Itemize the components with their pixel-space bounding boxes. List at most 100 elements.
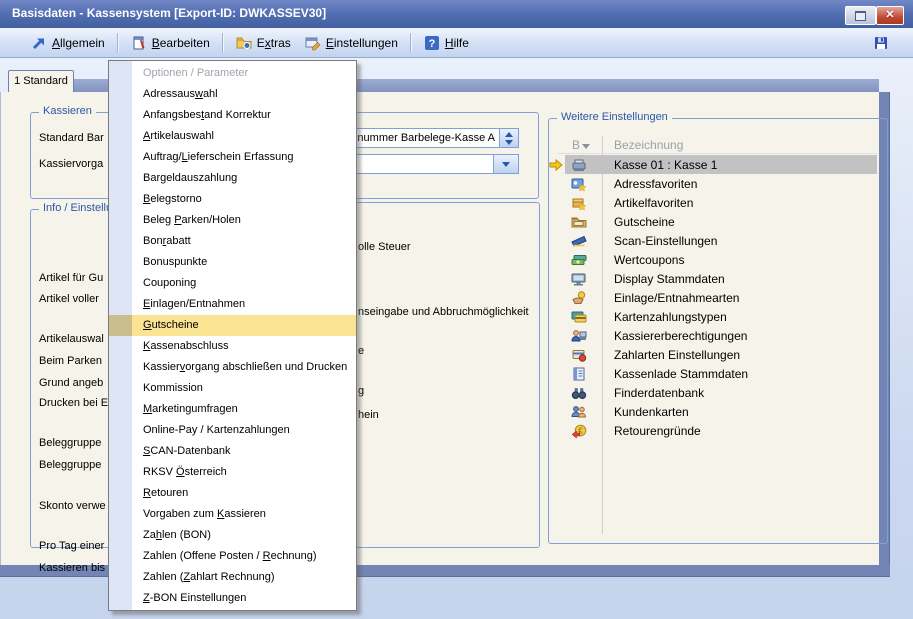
setting-text-fragment: e [358, 344, 364, 358]
info-label: Artikelauswal [39, 332, 104, 346]
save-button[interactable] [866, 31, 896, 55]
list-item-scan-einstellungen[interactable]: Scan-Einstellungen [565, 231, 877, 250]
header-separator [558, 153, 877, 154]
list-item-kassenlade-stammdaten[interactable]: Kassenlade Stammdaten [565, 364, 877, 383]
menu-item-optionen-parameter: Optionen / Parameter [109, 63, 356, 84]
combo-down-icon [502, 162, 510, 167]
menubar-item-bearbeiten[interactable]: Bearbeiten [124, 32, 217, 54]
group-weitere-title: Weitere Einstellungen [557, 111, 672, 123]
menu-item-artikelauswahl[interactable]: Artikelauswahl [109, 126, 356, 147]
list-item-label: Zahlarten Einstellungen [614, 348, 740, 362]
menu-item-online-pay-kartenzahlungen[interactable]: Online-Pay / Kartenzahlungen [109, 420, 356, 441]
menu-item-kassiervorgang-abschließen-und-drucken[interactable]: Kassiervorgang abschließen und Drucken [109, 357, 356, 378]
minimize-button[interactable] [845, 6, 876, 25]
menu-item-bonrabatt[interactable]: Bonrabatt [109, 231, 356, 252]
list-item-kassiererberechtigungen[interactable]: Kassiererberechtigungen [565, 326, 877, 345]
menu-item-retouren[interactable]: Retouren [109, 483, 356, 504]
sort-icon [582, 144, 590, 149]
menu-item-belegstorno[interactable]: Belegstorno [109, 189, 356, 210]
einstellungen-icon [305, 35, 321, 51]
column-header-bezeichnung[interactable]: Bezeichnung [614, 138, 683, 152]
zahlarten-icon [571, 347, 587, 363]
group-kassieren-title: Kassieren [39, 105, 96, 117]
barbelege-spinner[interactable] [499, 128, 519, 148]
menu-item-adressauswahl[interactable]: Adressauswahl [109, 84, 356, 105]
menu-item-auftrag-lieferschein-erfassung[interactable]: Auftrag/Lieferschein Erfassung [109, 147, 356, 168]
list-item-gutscheine[interactable]: Gutscheine [565, 212, 877, 231]
bearbeiten-icon [131, 35, 147, 51]
menu-item-kassenabschluss[interactable]: Kassenabschluss [109, 336, 356, 357]
menubar-item-label: Einstellungen [326, 36, 398, 50]
toolbar-separator [410, 33, 412, 53]
menu-item-vorgaben-zum-kassieren[interactable]: Vorgaben zum Kassieren [109, 504, 356, 525]
menu-item-zahlen-bon-[interactable]: Zahlen (BON) [109, 525, 356, 546]
menubar-item-label: Hilfe [445, 36, 469, 50]
close-icon: ✕ [885, 10, 894, 21]
kundenkarten-icon [571, 404, 587, 420]
list-item-adressfavoriten[interactable]: Adressfavoriten [565, 174, 877, 193]
menu-item-kommission[interactable]: Kommission [109, 378, 356, 399]
info-label: Skonto verwe [39, 499, 106, 513]
menu-item-z-bon-einstellungen[interactable]: Z-BON Einstellungen [109, 588, 356, 609]
wertcoupons-icon [571, 252, 587, 268]
list-item-kundenkarten[interactable]: Kundenkarten [565, 402, 877, 421]
menubar-item-hilfe[interactable]: ? Hilfe [417, 32, 476, 54]
menu-item-scan-datenbank[interactable]: SCAN-Datenbank [109, 441, 356, 462]
list-item-kasse-01-kasse-1[interactable]: Kasse 01 : Kasse 1 [565, 155, 877, 174]
bearbeiten-dropdown-menu: Optionen / ParameterAdressauswahlAnfangs… [108, 60, 357, 611]
menu-item-bonuspunkte[interactable]: Bonuspunkte [109, 252, 356, 273]
group-info-title: Info / Einstellu [39, 202, 116, 214]
menu-item-rksv-österreich[interactable]: RKSV Österreich [109, 462, 356, 483]
menu-item-gutscheine[interactable]: Gutscheine [109, 315, 356, 336]
list-item-label: Kassenlade Stammdaten [614, 367, 748, 381]
selected-row-marker [548, 157, 563, 172]
menu-item-anfangsbestand-korrektur[interactable]: Anfangsbestand Korrektur [109, 105, 356, 126]
spinner-down-icon [505, 140, 513, 145]
list-item-retourengründe[interactable]: € Retourengründe [565, 421, 877, 440]
setting-text-fragment: nseingabe und Abbruchmöglichkeit [358, 305, 529, 319]
list-item-label: Finderdatenbank [614, 386, 704, 400]
menubar-item-einstellungen[interactable]: Einstellungen [298, 32, 405, 54]
menubar-item-extras[interactable]: Extras [229, 32, 298, 54]
display-icon [571, 271, 587, 287]
titlebar: Basisdaten - Kassensystem [Export-ID: DW… [0, 0, 913, 29]
selected-row-arrow-icon [548, 157, 564, 173]
menu-item-zahlen-zahlart-rechnung-[interactable]: Zahlen (Zahlart Rechnung) [109, 567, 356, 588]
list-item-label: Display Stammdaten [614, 272, 725, 286]
info-label: Drucken bei E [39, 396, 108, 410]
list-item-label: Retourengründe [614, 424, 701, 438]
toolbar-separator [222, 33, 224, 53]
menu-item-bargeldauszahlung[interactable]: Bargeldauszahlung [109, 168, 356, 189]
menubar-item-label: Bearbeiten [152, 36, 210, 50]
retouren-icon: € [571, 423, 587, 439]
list-item-label: Wertcoupons [614, 253, 684, 267]
list-item-label: Kassiererberechtigungen [614, 329, 747, 343]
menu-item-marketingumfragen[interactable]: Marketingumfragen [109, 399, 356, 420]
info-label: Artikel für Gu [39, 271, 103, 285]
menubar-item-allgemein[interactable]: Allgemein [24, 32, 112, 54]
hilfe-icon: ? [424, 35, 440, 51]
list-item-display-stammdaten[interactable]: Display Stammdaten [565, 269, 877, 288]
menu-item-zahlen-offene-posten-rechnung-[interactable]: Zahlen (Offene Posten / Rechnung) [109, 546, 356, 567]
info-label: Grund angeb [39, 376, 103, 390]
kassiervorgang-combo-button[interactable] [493, 154, 519, 174]
list-item-zahlarten-einstellungen[interactable]: Zahlarten Einstellungen [565, 345, 877, 364]
list-item-einlage-entnahmearten[interactable]: Einlage/Entnahmearten [565, 288, 877, 307]
allgemein-icon [31, 35, 47, 51]
column-header-b[interactable]: B [572, 138, 590, 152]
menu-item-beleg-parken-holen[interactable]: Beleg Parken/Holen [109, 210, 356, 231]
tab-standard[interactable]: 1 Standard [8, 70, 74, 92]
list-item-artikelfavoriten[interactable]: Artikelfavoriten [565, 193, 877, 212]
menu-item-einlagen-entnahmen[interactable]: Einlagen/Entnahmen [109, 294, 356, 315]
close-button[interactable]: ✕ [876, 6, 904, 25]
list-item-wertcoupons[interactable]: Wertcoupons [565, 250, 877, 269]
spinner-up-icon [505, 132, 513, 137]
kassenlade-icon [571, 366, 587, 382]
einlage-icon [571, 290, 587, 306]
menu-item-couponing[interactable]: Couponing [109, 273, 356, 294]
list-item-label: Kasse 01 : Kasse 1 [614, 158, 717, 172]
setting-text-fragment: g [358, 384, 364, 398]
list-item-kartenzahlungstypen[interactable]: Kartenzahlungstypen [565, 307, 877, 326]
list-item-finderdatenbank[interactable]: Finderdatenbank [565, 383, 877, 402]
list-item-label: Einlage/Entnahmearten [614, 291, 739, 305]
